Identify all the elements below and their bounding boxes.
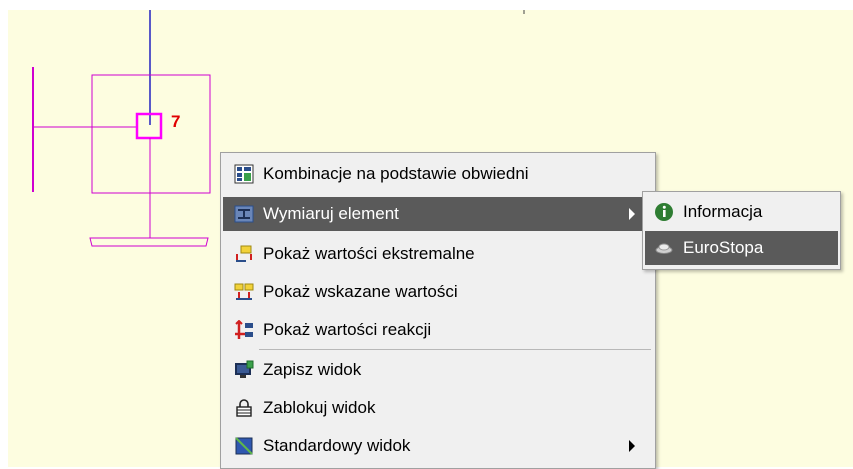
lock-icon — [233, 397, 255, 419]
node-number-label: 7 — [171, 112, 181, 131]
menu-item-label: Pokaż wartości reakcji — [263, 320, 432, 339]
menu-item-label: Zapisz widok — [263, 360, 362, 379]
menu-item-lock-view[interactable]: Zablokuj widok — [223, 391, 653, 425]
indicated-values-icon — [233, 281, 255, 303]
submenu-item-label: Informacja — [683, 202, 763, 221]
reactions-icon — [233, 319, 255, 341]
node-marker[interactable] — [135, 112, 163, 140]
combinations-icon — [233, 163, 255, 185]
footing-outline — [89, 237, 209, 247]
menu-item-label: Wymiaruj element — [263, 204, 399, 223]
menu-item-indicated-values[interactable]: Pokaż wskazane wartości — [223, 275, 653, 309]
menu-separator — [259, 349, 651, 350]
submenu-item-eurostopa[interactable]: EuroStopa — [645, 231, 838, 265]
submenu-arrow-icon — [629, 440, 635, 452]
menu-item-design-element[interactable]: Wymiaruj element — [223, 197, 653, 231]
menu-item-standard-view[interactable]: Standardowy widok — [223, 429, 653, 463]
extreme-values-icon — [233, 243, 255, 265]
menu-item-extreme-values[interactable]: Pokaż wartości ekstremalne — [223, 237, 653, 271]
menu-item-envelope-combinations[interactable]: Kombinacje na podstawie obwiedni — [223, 157, 653, 191]
menu-item-reaction-values[interactable]: Pokaż wartości reakcji — [223, 313, 653, 347]
submenu-item-information[interactable]: Informacja — [645, 195, 838, 229]
standard-view-icon — [233, 435, 255, 457]
menu-item-label: Pokaż wartości ekstremalne — [263, 244, 475, 263]
menu-item-label: Pokaż wskazane wartości — [263, 282, 458, 301]
menu-item-save-view[interactable]: Zapisz widok — [223, 353, 653, 387]
menu-item-label: Standardowy widok — [263, 436, 411, 455]
info-icon — [653, 201, 675, 223]
footing-icon — [653, 237, 675, 259]
steel-beam-icon — [233, 203, 255, 225]
menu-item-label: Zablokuj widok — [263, 398, 376, 417]
column-outline — [91, 74, 211, 194]
menu-item-label: Kombinacje na podstawie obwiedni — [263, 164, 529, 183]
submenu-arrow-icon — [629, 208, 635, 220]
design-element-submenu: Informacja EuroStopa — [642, 191, 841, 270]
submenu-item-label: EuroStopa — [683, 238, 764, 257]
save-view-icon — [233, 359, 255, 381]
context-menu: Kombinacje na podstawie obwiedni Wymiaru… — [220, 152, 656, 469]
